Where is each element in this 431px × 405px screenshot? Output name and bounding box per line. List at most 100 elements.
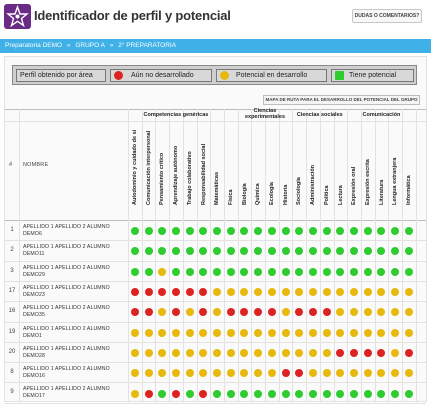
- row-number: 16: [8, 308, 16, 315]
- student-name[interactable]: APELLIDO 1 APELLIDO 2 ALUMNO DEMO28: [23, 346, 110, 360]
- status-dot: [240, 328, 249, 337]
- status-dot: [336, 227, 345, 236]
- status-dot: [295, 369, 304, 378]
- status-dot: [185, 267, 194, 276]
- status-dot: [295, 247, 304, 256]
- status-dot: [350, 267, 359, 276]
- table-divider: [416, 109, 417, 401]
- row-number: 8: [10, 369, 14, 376]
- status-dot: [144, 247, 153, 256]
- status-dot: [281, 267, 290, 276]
- status-dot: [144, 308, 153, 317]
- status-dot: [336, 328, 345, 337]
- status-dot: [391, 288, 400, 297]
- status-dot: [199, 308, 208, 317]
- table-divider: [265, 109, 266, 401]
- status-dot: [281, 389, 290, 398]
- table-divider: [5, 260, 426, 262]
- student-name[interactable]: APELLIDO 1 APELLIDO 2 ALUMNO DEMO35: [23, 305, 110, 319]
- breadcrumb-item-group[interactable]: GRUPO A: [75, 39, 105, 53]
- status-dot: [404, 247, 413, 256]
- status-dot: [171, 389, 180, 398]
- status-dot: [295, 227, 304, 236]
- status-dot: [267, 267, 276, 276]
- status-dot: [267, 369, 276, 378]
- table-divider: [183, 109, 184, 401]
- status-dot: [322, 267, 331, 276]
- green-square-icon: [335, 71, 344, 80]
- status-dot: [226, 247, 235, 256]
- status-dot: [377, 267, 386, 276]
- status-dot: [391, 308, 400, 317]
- status-dot: [281, 328, 290, 337]
- student-name[interactable]: APELLIDO 1 APELLIDO 2 ALUMNO DEMO1: [23, 326, 110, 340]
- subject-header: Matemáticas: [214, 171, 221, 205]
- student-name[interactable]: APELLIDO 1 APELLIDO 2 ALUMNO DEMO16: [23, 366, 110, 380]
- status-dot: [254, 267, 263, 276]
- status-dot: [377, 247, 386, 256]
- status-dot: [226, 328, 235, 337]
- app-header: Identificador de perfil y potencial DUDA…: [0, 0, 431, 36]
- profile-table: # NOMBRE Competencias genéricas Ciencias …: [5, 108, 426, 404]
- row-number: 1: [10, 227, 14, 233]
- student-name[interactable]: APELLIDO 1 APELLIDO 2 ALUMNO DEMO6: [23, 224, 110, 238]
- status-dot: [185, 288, 194, 297]
- status-dot: [308, 267, 317, 276]
- row-number: 20: [8, 348, 16, 355]
- status-dot: [199, 389, 208, 398]
- group-header: Competencias genéricas: [143, 112, 209, 118]
- status-dot: [363, 369, 372, 378]
- status-dot: [281, 348, 290, 357]
- status-dot: [404, 369, 413, 378]
- status-dot: [185, 328, 194, 337]
- table-divider: [251, 109, 252, 401]
- status-dot: [322, 247, 331, 256]
- status-dot: [185, 308, 194, 317]
- status-dot: [377, 308, 386, 317]
- status-dot: [308, 389, 317, 398]
- status-dot: [185, 389, 194, 398]
- subject-header: Aprendizaje autónomo: [173, 145, 180, 205]
- roadmap-button[interactable]: MAPA DE RUTA PARA EL DESARROLLO DEL POTE…: [263, 95, 420, 105]
- student-name[interactable]: APELLIDO 1 APELLIDO 2 ALUMNO DEMO29: [23, 265, 110, 279]
- row-number: 2: [10, 247, 14, 254]
- status-dot: [350, 348, 359, 357]
- student-name[interactable]: APELLIDO 1 APELLIDO 2 ALUMNO DEMO23: [23, 285, 110, 299]
- status-dot: [267, 227, 276, 236]
- student-name[interactable]: APELLIDO 1 APELLIDO 2 ALUMNO DEMO17: [23, 386, 110, 400]
- status-dot: [240, 369, 249, 378]
- red-circle-icon: [114, 71, 123, 80]
- legend-label: Aún no desarrollado: [131, 72, 194, 79]
- status-dot: [336, 348, 345, 357]
- subject-header: Química: [255, 183, 262, 205]
- status-dot: [254, 389, 263, 398]
- status-dot: [213, 267, 222, 276]
- status-dot: [144, 328, 153, 337]
- table-divider: [169, 109, 170, 401]
- status-dot: [213, 288, 222, 297]
- table-divider: [279, 109, 280, 401]
- status-dot: [377, 328, 386, 337]
- table-divider: [128, 109, 129, 401]
- status-dot: [213, 227, 222, 236]
- status-dot: [404, 308, 413, 317]
- status-dot: [144, 227, 153, 236]
- status-dot: [226, 267, 235, 276]
- status-dot: [308, 369, 317, 378]
- help-button[interactable]: DUDAS O COMENTARIOS?: [352, 9, 422, 23]
- subject-header: Administración: [310, 164, 317, 205]
- status-dot: [350, 369, 359, 378]
- status-dot: [213, 247, 222, 256]
- breadcrumb-item-school[interactable]: Preparatoria DEMO: [5, 39, 62, 53]
- status-dot: [336, 369, 345, 378]
- status-dot: [130, 288, 139, 297]
- table-divider: [5, 220, 426, 221]
- status-dot: [144, 267, 153, 276]
- app-title: Identificador de perfil y potencial: [34, 8, 231, 23]
- student-name[interactable]: APELLIDO 1 APELLIDO 2 ALUMNO DEMO11: [23, 244, 110, 258]
- status-dot: [171, 247, 180, 256]
- group-header: Ciencias sociales: [296, 112, 343, 118]
- status-dot: [171, 288, 180, 297]
- status-dot: [322, 389, 331, 398]
- status-dot: [363, 267, 372, 276]
